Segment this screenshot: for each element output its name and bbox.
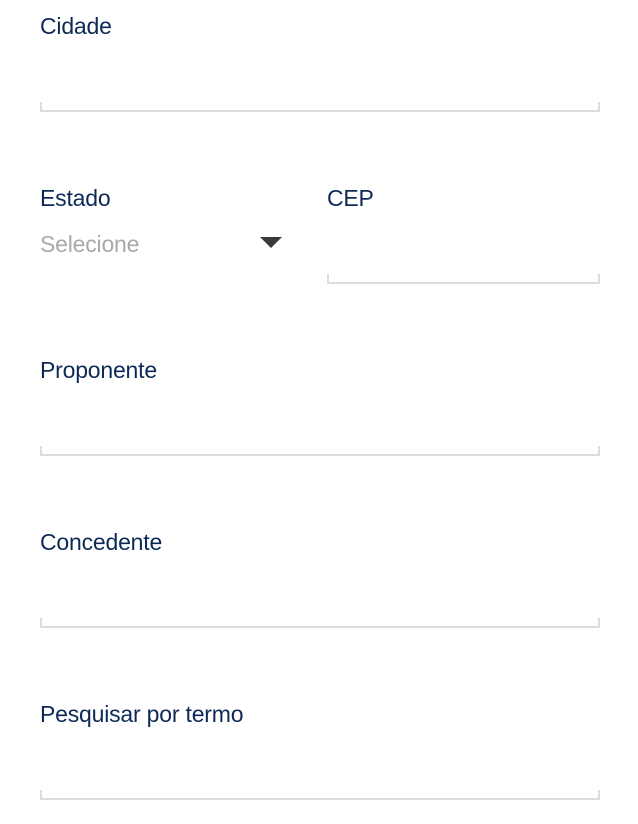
pesquisar-underline-tick-right <box>598 790 600 800</box>
cep-underline-tick-right <box>598 274 600 284</box>
cep-underline <box>327 282 600 284</box>
proponente-field[interactable] <box>40 422 600 456</box>
proponente-input[interactable] <box>44 422 596 452</box>
cidade-label: Cidade <box>40 13 112 39</box>
cep-label: CEP <box>327 185 374 211</box>
pesquisar-field[interactable] <box>40 766 600 800</box>
concedente-field[interactable] <box>40 594 600 628</box>
cep-underline-tick-left <box>327 274 329 284</box>
proponente-underline-tick-right <box>598 446 600 456</box>
concedente-underline-tick-left <box>40 618 42 628</box>
cep-field[interactable] <box>327 250 600 284</box>
estado-select[interactable]: Selecione <box>40 228 282 262</box>
estado-label: Estado <box>40 185 111 211</box>
cidade-underline <box>40 110 600 112</box>
proponente-underline-tick-left <box>40 446 42 456</box>
cep-input[interactable] <box>331 250 596 280</box>
pesquisar-label: Pesquisar por termo <box>40 701 244 727</box>
estado-selected-value: Selecione <box>40 231 140 257</box>
pesquisar-underline <box>40 798 600 800</box>
concedente-input[interactable] <box>44 594 596 624</box>
cidade-field[interactable] <box>40 78 600 112</box>
concedente-underline-tick-right <box>598 618 600 628</box>
cidade-input[interactable] <box>44 78 596 108</box>
cidade-underline-tick-left <box>40 102 42 112</box>
cidade-underline-tick-right <box>598 102 600 112</box>
proponente-underline <box>40 454 600 456</box>
concedente-underline <box>40 626 600 628</box>
pesquisar-underline-tick-left <box>40 790 42 800</box>
concedente-label: Concedente <box>40 529 163 555</box>
filter-form: Cidade Estado Selecione CEP Proponente C… <box>0 0 638 824</box>
proponente-label: Proponente <box>40 357 157 383</box>
pesquisar-input[interactable] <box>44 766 596 796</box>
chevron-down-icon[interactable] <box>260 237 282 248</box>
